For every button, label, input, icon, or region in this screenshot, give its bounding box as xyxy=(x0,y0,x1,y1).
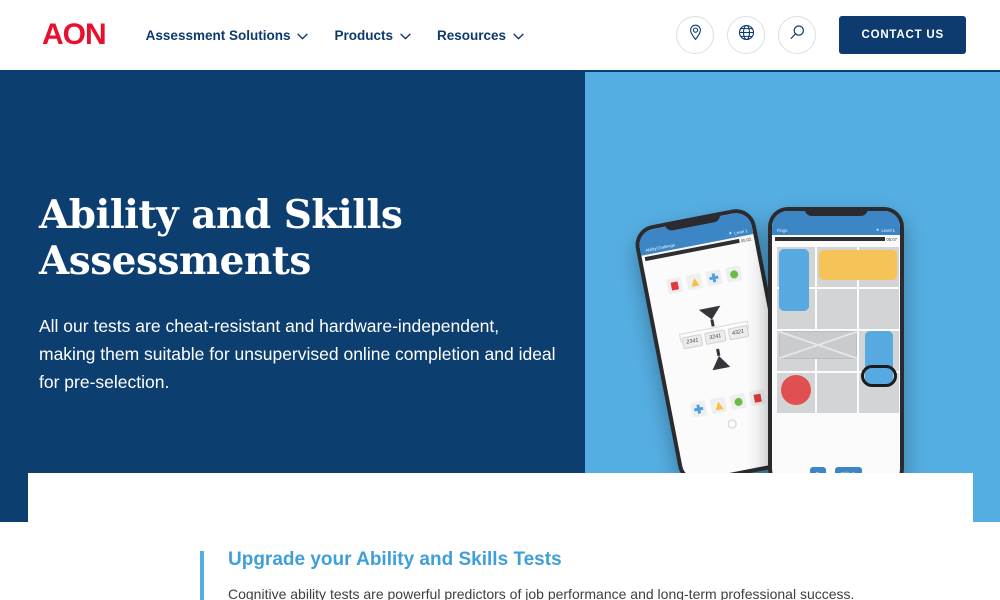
grey-x-block[interactable] xyxy=(779,331,857,359)
tile-yellow-triangle[interactable] xyxy=(709,396,728,415)
level-indicator-right: ★ Level 1 xyxy=(876,228,895,233)
nav-item-label: Products xyxy=(334,27,393,43)
progress-bar-right xyxy=(775,237,885,241)
number-card[interactable]: 4321 xyxy=(727,324,750,341)
puzzle-grid xyxy=(777,247,899,451)
phone-screen-right: Fingo ★ Level 1 05:07 xyxy=(772,211,900,485)
number-card[interactable]: 2341 xyxy=(681,333,704,350)
language-button[interactable] xyxy=(727,16,766,54)
hero-paragraph: All our tests are cheat-resistant and ha… xyxy=(39,316,556,392)
tile-green-circle[interactable] xyxy=(724,265,743,283)
red-square-icon xyxy=(753,393,762,403)
nav-item-resources[interactable]: Resources xyxy=(437,28,524,43)
tile-red-square[interactable] xyxy=(665,276,684,295)
content-panel: Upgrade your Ability and Skills Tests Co… xyxy=(28,473,973,600)
hero-title-line-1: Ability and Skills xyxy=(39,192,403,238)
star-icon: ★ xyxy=(875,227,880,233)
blue-cross-icon xyxy=(693,404,704,415)
yellow-wide-block[interactable] xyxy=(819,250,897,280)
star-icon: ★ xyxy=(728,230,733,237)
tile-blue-cross[interactable] xyxy=(705,269,723,287)
accent-bar xyxy=(200,551,204,600)
section-body: Cognitive ability tests are powerful pre… xyxy=(228,586,855,600)
nav-item-products[interactable]: Products xyxy=(334,28,411,43)
header-actions: CONTACT US xyxy=(676,16,966,54)
phone-mockup-illustration: AbilityChallenge ★ Level 1 05:02 2341 32… xyxy=(632,205,925,492)
tile-blue-cross[interactable] xyxy=(689,400,708,418)
site-header: AON Assessment Solutions Products Resour… xyxy=(0,0,1000,72)
main-navigation: Assessment Solutions Products Resources xyxy=(146,28,524,43)
slot-outline xyxy=(861,365,897,387)
tile-red-square[interactable] xyxy=(748,388,767,407)
shape-row-top-left xyxy=(665,265,743,295)
tile-green-circle[interactable] xyxy=(729,392,747,411)
hero-light-panel-foot xyxy=(973,473,1000,520)
chevron-down-icon xyxy=(297,28,309,43)
level-label-right: Level 1 xyxy=(881,228,895,233)
funnel-stem xyxy=(710,319,715,327)
hero-section: Ability and Skills Assessments All our t… xyxy=(0,72,1000,522)
hero-copy: Ability and Skills Assessments All our t… xyxy=(39,192,579,396)
globe-icon xyxy=(738,24,755,46)
number-card[interactable]: 3241 xyxy=(704,329,727,345)
nav-item-assessment-solutions[interactable]: Assessment Solutions xyxy=(146,28,309,43)
timer-right: 05:07 xyxy=(886,236,897,242)
blue-cross-icon xyxy=(709,273,720,284)
hero-title-line-2: Assessments xyxy=(39,238,311,284)
phone-notch xyxy=(804,207,868,216)
chevron-down-icon xyxy=(400,28,411,43)
flask-icon xyxy=(710,354,731,371)
page-root: AON Assessment Solutions Products Resour… xyxy=(0,0,1000,600)
location-button[interactable] xyxy=(676,16,715,54)
upgrade-section: Upgrade your Ability and Skills Tests Co… xyxy=(200,548,854,600)
app-title-right: Fingo xyxy=(777,228,788,233)
chevron-down-icon xyxy=(513,28,524,43)
nav-item-label: Assessment Solutions xyxy=(145,27,291,43)
search-icon xyxy=(789,24,806,46)
phone-mockup-right: Fingo ★ Level 1 05:07 xyxy=(768,207,904,489)
yellow-triangle-icon xyxy=(713,400,724,411)
red-circle-block[interactable] xyxy=(781,375,811,405)
yellow-triangle-icon xyxy=(689,276,699,287)
contact-us-button[interactable]: CONTACT US xyxy=(839,16,966,54)
red-square-icon xyxy=(670,280,679,291)
location-pin-icon xyxy=(688,24,703,46)
progress-row-right: 05:07 xyxy=(772,235,900,243)
x-cross-icon xyxy=(779,331,857,359)
search-button[interactable] xyxy=(778,16,817,54)
timer-left: 05:02 xyxy=(740,236,752,243)
section-title: Upgrade your Ability and Skills Tests xyxy=(228,549,562,570)
shape-row-bottom-left xyxy=(689,388,767,418)
nav-item-label: Resources xyxy=(436,27,507,43)
page-title: Ability and Skills Assessments xyxy=(39,192,579,284)
green-circle-icon xyxy=(733,396,743,407)
green-circle-icon xyxy=(728,269,739,279)
reload-icon[interactable] xyxy=(726,418,738,430)
blue-tall-block-left[interactable] xyxy=(779,249,809,311)
aon-logo[interactable]: AON xyxy=(42,20,107,50)
tile-yellow-triangle[interactable] xyxy=(685,272,704,291)
hero-dark-panel-foot xyxy=(0,474,28,522)
